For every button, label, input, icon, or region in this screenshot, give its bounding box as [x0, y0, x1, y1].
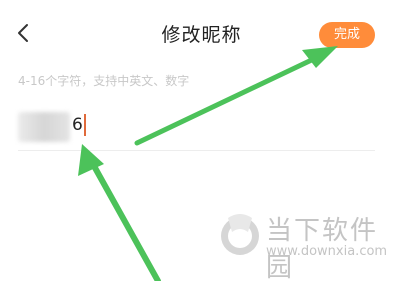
downxia-logo-icon — [221, 214, 259, 255]
watermark-url: www.downxia.com — [266, 244, 388, 259]
watermark: 当下软件园 www.downxia.com — [218, 210, 398, 281]
arrow-to-nickname — [78, 144, 161, 281]
arrow-to-done-button — [134, 46, 338, 146]
